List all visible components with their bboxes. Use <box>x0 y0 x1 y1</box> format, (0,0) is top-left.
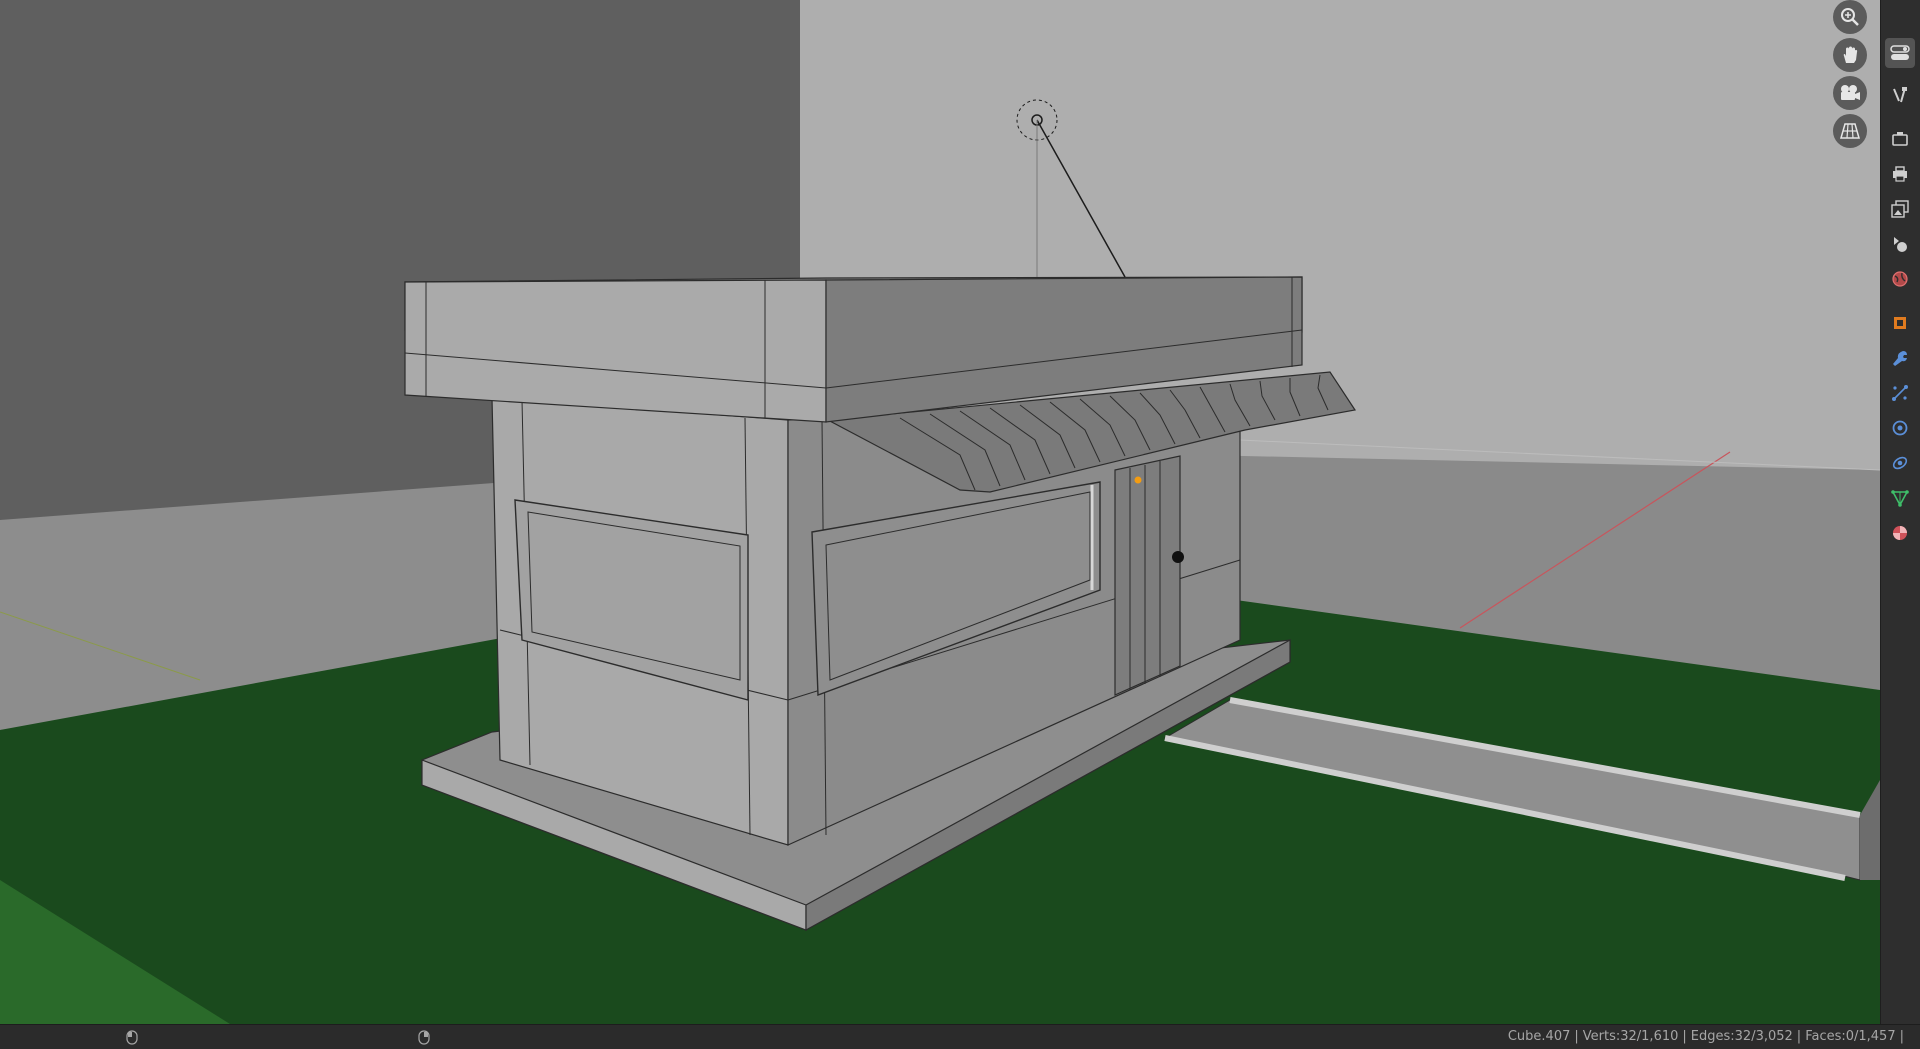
printer-icon <box>1893 166 1907 182</box>
tools-icon <box>1893 87 1907 103</box>
world-icon <box>1892 271 1908 287</box>
grid-icon <box>1840 123 1860 139</box>
tab-data[interactable] <box>1885 483 1915 513</box>
particles-icon <box>1892 385 1908 401</box>
separator: | <box>1682 1029 1687 1044</box>
properties-tabs <box>1880 0 1920 1024</box>
image-stack-icon <box>1891 200 1909 218</box>
tab-modifiers[interactable] <box>1885 343 1915 373</box>
toggle-icon <box>1890 45 1910 60</box>
3d-viewport[interactable] <box>0 0 1880 1024</box>
pan-button[interactable] <box>1833 38 1867 72</box>
camera-back-icon <box>1892 132 1908 146</box>
tab-particles[interactable] <box>1885 378 1915 408</box>
mouse-left-icon <box>126 1030 138 1045</box>
tab-tool-settings[interactable] <box>1885 80 1915 110</box>
door-handle <box>1172 551 1184 563</box>
viewport-canvas[interactable] <box>0 0 1880 1024</box>
constraint-icon <box>1892 456 1908 470</box>
active-object-name: Cube.407 <box>1507 1029 1571 1044</box>
separator: | <box>1796 1029 1802 1044</box>
object-square-icon <box>1894 317 1906 329</box>
selection-origin <box>1134 476 1142 484</box>
tab-physics[interactable] <box>1885 413 1915 443</box>
ortho-toggle-button[interactable] <box>1833 114 1867 148</box>
zoom-in-icon <box>1841 8 1859 26</box>
tab-constraints[interactable] <box>1885 448 1915 478</box>
scene-statistics: Cube.407 | Verts:32/1,610 | Edges:32/3,052 | F… <box>1508 1029 1908 1044</box>
separator: | <box>1899 1029 1904 1044</box>
physics-icon <box>1892 420 1908 436</box>
tab-render[interactable] <box>1885 124 1915 154</box>
tab-material[interactable] <box>1885 518 1915 548</box>
tab-view-layer[interactable] <box>1885 194 1915 224</box>
hand-icon <box>1843 46 1858 63</box>
tab-scene[interactable] <box>1885 229 1915 259</box>
tab-world[interactable] <box>1885 264 1915 294</box>
door <box>1114 455 1181 696</box>
camera-view-button[interactable] <box>1833 76 1867 110</box>
tab-output[interactable] <box>1885 159 1915 189</box>
faces-count: Faces:0/1,457 <box>1805 1029 1896 1044</box>
verts-count: Verts:32/1,610 <box>1582 1029 1679 1044</box>
separator: | <box>1574 1029 1579 1044</box>
camera-icon <box>1841 85 1860 100</box>
tab-object[interactable] <box>1885 308 1915 338</box>
wrench-icon <box>1893 351 1907 366</box>
zoom-button[interactable] <box>1833 0 1867 34</box>
edges-count: Edges:32/3,052 <box>1690 1029 1793 1044</box>
status-bar: Cube.407 | Verts:32/1,610 | Edges:32/3,052 | F… <box>0 1024 1920 1049</box>
scene-icon <box>1894 237 1907 252</box>
tab-tool[interactable] <box>1885 38 1915 68</box>
mesh-data-icon <box>1891 490 1909 507</box>
mouse-right-icon <box>418 1030 430 1045</box>
material-sphere-icon <box>1893 526 1907 540</box>
